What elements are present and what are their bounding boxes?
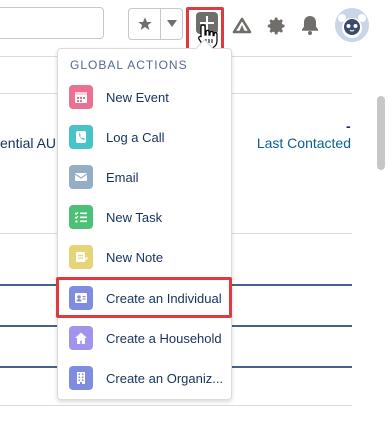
gear-icon[interactable] (267, 16, 287, 36)
chevron-down-icon[interactable] (161, 9, 182, 39)
create-individual-highlight (56, 277, 232, 318)
search-input[interactable] (0, 7, 104, 39)
menu-item-new-task[interactable]: New Task (58, 197, 233, 237)
dash-text: - (346, 118, 351, 134)
menu-item-email[interactable]: Email (58, 157, 233, 197)
menu-item-label: New Task (106, 209, 163, 225)
scrollbar-thumb[interactable] (377, 96, 385, 170)
column-header-last-contacted[interactable]: Last Contacted (257, 135, 351, 151)
star-icon[interactable] (129, 9, 161, 39)
trailhead-icon[interactable] (232, 16, 252, 34)
menu-header: GLOBAL ACTIONS (70, 58, 188, 72)
menu-item-label: Create a Household (106, 330, 222, 346)
astro-avatar-icon[interactable] (335, 8, 369, 42)
global-actions-menu: GLOBAL ACTIONS New Event Log a Call Emai… (57, 48, 232, 400)
menu-item-create-organization[interactable]: Create an Organiz... (58, 358, 233, 398)
menu-item-label: New Event (106, 89, 169, 105)
task-icon (69, 205, 93, 229)
bell-icon[interactable] (301, 15, 319, 35)
menu-item-new-note[interactable]: New Note (58, 237, 233, 277)
menu-item-label: Create an Organiz... (106, 370, 224, 386)
favorites-button-group[interactable] (128, 8, 183, 40)
phone-icon (69, 125, 93, 149)
menu-item-label: New Note (106, 249, 164, 265)
calendar-icon (69, 85, 93, 109)
menu-item-label: Email (106, 169, 139, 185)
menu-item-new-event[interactable]: New Event (58, 77, 233, 117)
menu-item-create-household[interactable]: Create a Household (58, 318, 233, 358)
column-header-fragment[interactable]: ential AU (0, 135, 56, 151)
menu-item-log-a-call[interactable]: Log a Call (58, 117, 233, 157)
table-row-divider (0, 405, 352, 406)
menu-item-label: Log a Call (106, 129, 165, 145)
organization-icon (69, 366, 93, 390)
household-icon (69, 326, 93, 350)
note-icon (69, 245, 93, 269)
email-icon (69, 165, 93, 189)
